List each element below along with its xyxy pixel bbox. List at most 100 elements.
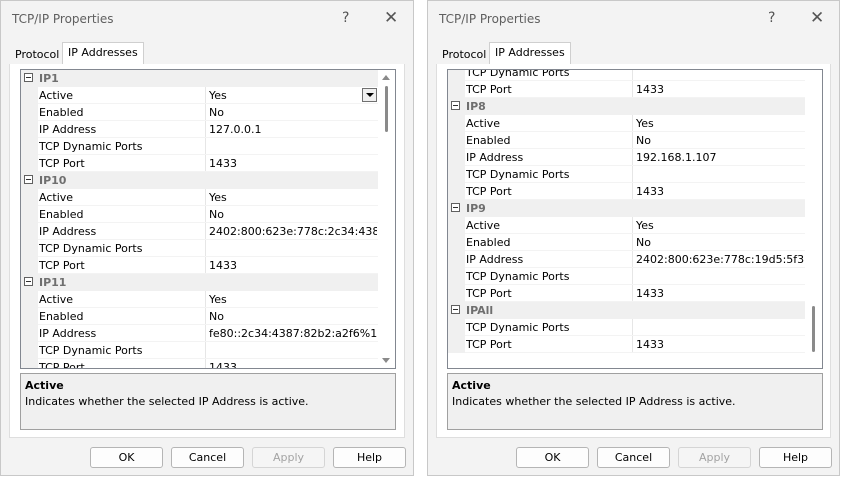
property-grid[interactable]: TCP Dynamic Ports TCP Port 1433 IP8 Active Ye… xyxy=(447,69,823,369)
property-row[interactable]: Active Yes xyxy=(448,115,805,132)
scroll-thumb[interactable] xyxy=(812,306,815,352)
property-row[interactable]: TCP Port 1433 xyxy=(448,336,805,353)
property-row[interactable]: TCP Dynamic Ports xyxy=(21,138,378,155)
property-value[interactable]: No xyxy=(209,106,377,119)
scroll-thumb[interactable] xyxy=(385,86,388,132)
property-row[interactable]: TCP Dynamic Ports xyxy=(21,342,378,359)
property-row[interactable]: Enabled No xyxy=(21,308,378,325)
property-row[interactable]: TCP Port 1433 xyxy=(448,285,805,302)
row-gutter xyxy=(21,104,38,121)
property-value[interactable]: 1433 xyxy=(209,157,377,170)
property-value[interactable]: 1433 xyxy=(209,361,377,368)
property-row[interactable]: IP Address fe80::2c34:4387:82b2:a2f6%14 xyxy=(21,325,378,342)
apply-button[interactable]: Apply xyxy=(252,447,325,468)
tcpip-properties-dialog-left: TCP/IP Properties ? ✕ Protocol IP Addres… xyxy=(0,0,414,476)
property-row[interactable]: IP Address 2402:800:623e:778c:19d5:5f35:9… xyxy=(448,251,805,268)
property-value[interactable]: Yes xyxy=(636,117,804,130)
property-row[interactable]: Active Yes xyxy=(21,291,378,308)
category-row[interactable]: IP8 xyxy=(448,98,805,115)
vertical-scrollbar[interactable] xyxy=(805,70,822,368)
description-panel: Active Indicates whether the selected IP… xyxy=(447,373,823,430)
property-value[interactable]: Yes xyxy=(636,219,804,232)
property-row[interactable]: TCP Port 1433 xyxy=(21,257,378,274)
property-name: TCP Dynamic Ports xyxy=(466,69,570,79)
category-row[interactable]: IP10 xyxy=(21,172,378,189)
help-icon[interactable]: ? xyxy=(342,10,349,26)
property-row[interactable]: Enabled No xyxy=(21,206,378,223)
vertical-scrollbar[interactable] xyxy=(378,70,395,368)
property-grid[interactable]: IP1 Active Yes Enabled No IP Address 127.0.0.1… xyxy=(20,69,396,369)
property-row[interactable]: IP Address 192.168.1.107 xyxy=(448,149,805,166)
cancel-button[interactable]: Cancel xyxy=(171,447,244,468)
property-name: TCP Port xyxy=(39,157,85,170)
property-value[interactable]: No xyxy=(636,236,804,249)
property-value[interactable]: No xyxy=(636,134,804,147)
chevron-down-icon[interactable] xyxy=(362,88,377,102)
property-value[interactable]: No xyxy=(209,310,377,323)
property-row[interactable]: TCP Port 1433 xyxy=(448,183,805,200)
help-icon[interactable]: ? xyxy=(768,10,775,26)
collapse-icon[interactable] xyxy=(451,305,460,314)
property-value[interactable]: Yes xyxy=(209,293,377,306)
help-button[interactable]: Help xyxy=(333,447,406,468)
property-row[interactable]: Active Yes xyxy=(21,189,378,206)
collapse-icon[interactable] xyxy=(451,101,460,110)
property-row[interactable]: TCP Dynamic Ports xyxy=(21,240,378,257)
property-row[interactable]: TCP Port 1433 xyxy=(448,81,805,98)
property-row[interactable]: Enabled No xyxy=(21,104,378,121)
apply-button[interactable]: Apply xyxy=(678,447,751,468)
property-value[interactable]: 2402:800:623e:778c:19d5:5f35:99c xyxy=(636,253,804,266)
property-name: TCP Port xyxy=(39,361,85,369)
property-row[interactable]: TCP Dynamic Ports xyxy=(448,268,805,285)
property-row[interactable]: TCP Dynamic Ports xyxy=(448,166,805,183)
property-row[interactable]: TCP Dynamic Ports xyxy=(448,319,805,336)
category-name: IPAll xyxy=(466,304,494,317)
row-gutter xyxy=(448,70,465,81)
row-gutter xyxy=(21,308,38,325)
property-row[interactable]: TCP Dynamic Ports xyxy=(448,69,805,81)
collapse-icon[interactable] xyxy=(24,73,33,82)
property-row[interactable]: IP Address 127.0.0.1 xyxy=(21,121,378,138)
collapse-icon[interactable] xyxy=(24,175,33,184)
property-value[interactable]: 127.0.0.1 xyxy=(209,123,377,136)
property-value[interactable]: No xyxy=(209,208,377,221)
property-row[interactable]: TCP Port 1433 xyxy=(21,155,378,172)
tab-protocol[interactable]: Protocol xyxy=(436,44,492,64)
category-row[interactable]: IP1 xyxy=(21,70,378,87)
property-value[interactable]: 1433 xyxy=(636,338,804,351)
collapse-icon[interactable] xyxy=(24,277,33,286)
category-row[interactable]: IPAll xyxy=(448,302,805,319)
tab-protocol[interactable]: Protocol xyxy=(9,44,65,64)
tab-ip-addresses[interactable]: IP Addresses xyxy=(489,42,571,65)
ok-button[interactable]: OK xyxy=(516,447,589,468)
property-row[interactable]: IP Address 2402:800:623e:778c:2c34:4387:8… xyxy=(21,223,378,240)
scroll-up-icon[interactable] xyxy=(382,75,390,80)
close-icon[interactable]: ✕ xyxy=(810,8,824,28)
category-row[interactable]: IP11 xyxy=(21,274,378,291)
property-row[interactable]: Enabled No xyxy=(448,234,805,251)
property-row[interactable]: TCP Port 1433 xyxy=(21,359,378,369)
property-value[interactable]: 2402:800:623e:778c:2c34:4387:82l xyxy=(209,225,377,238)
property-value[interactable]: 1433 xyxy=(636,185,804,198)
property-value[interactable]: 192.168.1.107 xyxy=(636,151,804,164)
property-value[interactable]: 1433 xyxy=(636,287,804,300)
cancel-button[interactable]: Cancel xyxy=(597,447,670,468)
category-row[interactable]: IP9 xyxy=(448,200,805,217)
property-name: Active xyxy=(39,191,74,204)
property-value[interactable]: Yes xyxy=(209,89,377,102)
close-icon[interactable]: ✕ xyxy=(384,8,398,28)
property-row[interactable]: Active Yes xyxy=(21,87,378,104)
property-value[interactable]: 1433 xyxy=(209,259,377,272)
help-button[interactable]: Help xyxy=(759,447,832,468)
property-value[interactable]: Yes xyxy=(209,191,377,204)
description-title: Active xyxy=(25,379,64,392)
property-row[interactable]: Active Yes xyxy=(448,217,805,234)
property-value[interactable]: fe80::2c34:4387:82b2:a2f6%14 xyxy=(209,327,377,340)
tab-strip: Protocol IP Addresses xyxy=(9,42,405,65)
scroll-down-icon[interactable] xyxy=(382,358,390,363)
property-value[interactable]: 1433 xyxy=(636,83,804,96)
tab-ip-addresses[interactable]: IP Addresses xyxy=(62,42,144,65)
collapse-icon[interactable] xyxy=(451,203,460,212)
property-row[interactable]: Enabled No xyxy=(448,132,805,149)
ok-button[interactable]: OK xyxy=(90,447,163,468)
